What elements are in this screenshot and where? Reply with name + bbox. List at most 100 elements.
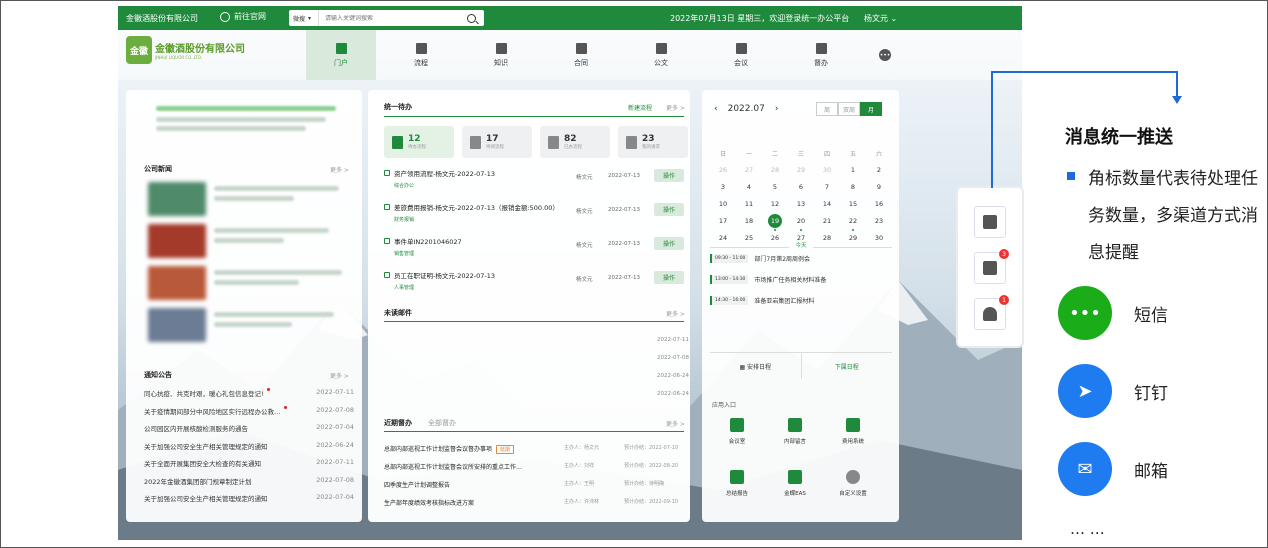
mail-date[interactable]: 2022-06-24 (657, 373, 689, 379)
calendar-day[interactable]: 19 (762, 214, 788, 231)
nav-home[interactable]: 门户 (306, 30, 376, 80)
notice-more-link[interactable]: 更多 > (330, 371, 349, 380)
company-logo[interactable]: 金徽 金徽酒股份有限公司 JINHUI LIQUOR CO.,LTD. (126, 36, 245, 64)
calendar-day[interactable]: 27 (736, 163, 762, 177)
app-entry[interactable]: 总结报告 (714, 470, 760, 497)
tab-recent-supervise[interactable]: 近期督办 (384, 418, 412, 428)
mail-date[interactable]: 2022-07-08 (657, 355, 689, 361)
more-icon[interactable]: ••• (879, 49, 891, 61)
news-more-link[interactable]: 更多 > (330, 165, 349, 174)
calendar-day[interactable]: 21 (814, 214, 840, 228)
supervise-row[interactable]: 总部内部巡视工作计划监督会议所安排的重点工作… 主办人：刘祥 预计办结：2022-0… (384, 462, 684, 471)
supervise-row[interactable]: 生产部年度绩效考核指标改进方案 主办人：许沛林 预计办结：2022-09-10 (384, 498, 684, 507)
calendar-day[interactable]: 30 (814, 163, 840, 177)
news-item[interactable] (148, 266, 344, 300)
operate-button[interactable]: 操作 (654, 203, 684, 216)
calendar-day[interactable]: 7 (814, 180, 840, 194)
todo-counter[interactable]: 23 我的请求 (618, 126, 688, 158)
calendar-day[interactable]: 5 (762, 180, 788, 194)
calendar-day[interactable]: 20 (788, 214, 814, 231)
operate-button[interactable]: 操作 (654, 237, 684, 250)
bell-button[interactable]: 1 (974, 295, 1009, 330)
notice-item[interactable]: 关于加强公司安全生产相关管理规定的通知 2022-07-04 (144, 493, 354, 503)
notice-item[interactable]: 同心抗疫、共克时艰，暖心礼包信息登记! 2022-07-11 (144, 388, 354, 398)
todo-row[interactable]: 资产领用流程-杨文元-2022-07-13 综合办公 杨文元 2022-07-13 操作 (384, 168, 684, 189)
search-input[interactable] (319, 14, 467, 22)
app-entry[interactable]: 内部留言 (772, 418, 818, 445)
supervise-more-link[interactable]: 更多 > (666, 419, 685, 428)
calendar-day[interactable]: 3 (710, 180, 736, 194)
todo-more-link[interactable]: 更多 > (666, 103, 685, 112)
schedule-item[interactable]: 14:30 - 16:00 准备亚岩集团汇报材料 (710, 296, 814, 305)
calendar-day[interactable]: 6 (788, 180, 814, 194)
calendar-view-tab[interactable]: 周 (816, 102, 838, 116)
calendar-day[interactable]: 18 (736, 214, 762, 228)
search-icon[interactable] (467, 13, 476, 23)
todo-counter[interactable]: 12 待办流程 (384, 126, 454, 158)
mail-button[interactable]: 3 (974, 249, 1009, 284)
tab-all-supervise[interactable]: 全部督办 (428, 418, 456, 428)
app-entry[interactable]: 金蝶EAS (772, 470, 818, 497)
supervise-row[interactable]: 四季度生产计划调整报告 主办人：王明 预计办结：待明确 (384, 480, 684, 489)
notice-item[interactable]: 2022年金徽酒集团部门规章制定计划 2022-07-08 (144, 476, 354, 486)
nav-flow[interactable]: 流程 (386, 30, 456, 80)
calendar-day[interactable]: 2 (866, 163, 892, 177)
mail-date[interactable]: 2022-06-24 (657, 391, 689, 397)
todo-counter[interactable]: 82 已办流程 (540, 126, 610, 158)
calendar-day[interactable]: 15 (840, 197, 866, 211)
calendar-day[interactable]: 14 (814, 197, 840, 211)
calendar-day[interactable]: 29 (788, 163, 814, 177)
news-item[interactable] (148, 182, 344, 216)
notice-item[interactable]: 关于全面开展集团安全大检查的有关通知 2022-07-11 (144, 458, 354, 468)
calendar-day[interactable]: 22 (840, 214, 866, 231)
nav-supervise[interactable]: 督办 (786, 30, 856, 80)
notice-item[interactable]: 关于加强公司安全生产相关管理规定的通知 2022-06-24 (144, 441, 354, 451)
calendar-day[interactable]: 8 (840, 180, 866, 194)
user-menu[interactable]: 杨文元 ⌄ (864, 13, 897, 24)
app-entry[interactable]: 费用系统 (830, 418, 876, 445)
search-scope-select[interactable]: 微搜 ▾ (289, 10, 319, 26)
calendar-day[interactable]: 17 (710, 214, 736, 228)
todo-clipboard-button[interactable] (974, 206, 1006, 238)
calendar-day[interactable]: 23 (866, 214, 892, 228)
nav-book[interactable]: 知识 (466, 30, 536, 80)
supervise-row[interactable]: 总部内部巡视工作计划监督会议督办事项 延期 主办人：杨文元 预计办结：2022-07-… (384, 444, 684, 454)
official-site-link[interactable]: 前往官网 (220, 11, 266, 22)
arrange-schedule-button[interactable]: ▦ 安排日程 (710, 354, 802, 379)
calendar-day[interactable]: 1 (840, 163, 866, 177)
nav-contract[interactable]: 合同 (546, 30, 616, 80)
chevron-right-icon[interactable]: › (775, 104, 779, 114)
calendar-day[interactable]: 4 (736, 180, 762, 194)
subordinate-schedule-button[interactable]: 下属日程 (802, 354, 893, 379)
operate-button[interactable]: 操作 (654, 271, 684, 284)
calendar-day[interactable]: 13 (788, 197, 814, 211)
operate-button[interactable]: 操作 (654, 169, 684, 182)
schedule-item[interactable]: 13:00 - 14:30 市场推广任务相关材料准备 (710, 275, 826, 284)
notice-item[interactable]: 公司园区内开展核酸检测服务的通告 2022-07-04 (144, 423, 354, 433)
todo-row[interactable]: 事件单IN2201046027 销售管理 杨文元 2022-07-13 操作 (384, 236, 684, 257)
nav-document[interactable]: 公文 (626, 30, 696, 80)
calendar-day[interactable]: 11 (736, 197, 762, 211)
calendar-view-tab[interactable]: 月 (860, 102, 882, 116)
new-flow-link[interactable]: 新建流程 (628, 103, 652, 112)
calendar-day[interactable]: 16 (866, 197, 892, 211)
mail-more-link[interactable]: 更多 > (666, 309, 685, 318)
nav-meeting[interactable]: 会议 (706, 30, 776, 80)
calendar-day[interactable]: 9 (866, 180, 892, 194)
app-entry[interactable]: 自定义设置 (830, 470, 876, 497)
calendar-view-tab[interactable]: 双周 (838, 102, 860, 116)
calendar-day[interactable]: 26 (710, 163, 736, 177)
app-entry[interactable]: 会议室 (714, 418, 760, 445)
notice-item[interactable]: 关于疫情期间部分中风险地区实行远程办公救… 2022-07-08 (144, 405, 354, 416)
mail-date[interactable]: 2022-07-11 (657, 337, 689, 343)
todo-counter[interactable]: 17 待阅流程 (462, 126, 532, 158)
chevron-left-icon[interactable]: ‹ (714, 104, 718, 114)
calendar-day[interactable]: 10 (710, 197, 736, 211)
todo-row[interactable]: 差旅费用报销-杨文元-2022-07-13（报销金额:500.00） 财务报销 杨文… (384, 202, 684, 223)
calendar-day[interactable]: 28 (762, 163, 788, 177)
news-item[interactable] (148, 308, 344, 342)
news-item[interactable] (148, 224, 344, 258)
schedule-item[interactable]: 09:30 - 11:00 部门7月第2周周例会 (710, 254, 810, 263)
calendar-day[interactable]: 12 (762, 197, 788, 211)
todo-row[interactable]: 员工在职证明-杨文元-2022-07-13 人事管理 杨文元 2022-07-13 操作 (384, 270, 684, 291)
